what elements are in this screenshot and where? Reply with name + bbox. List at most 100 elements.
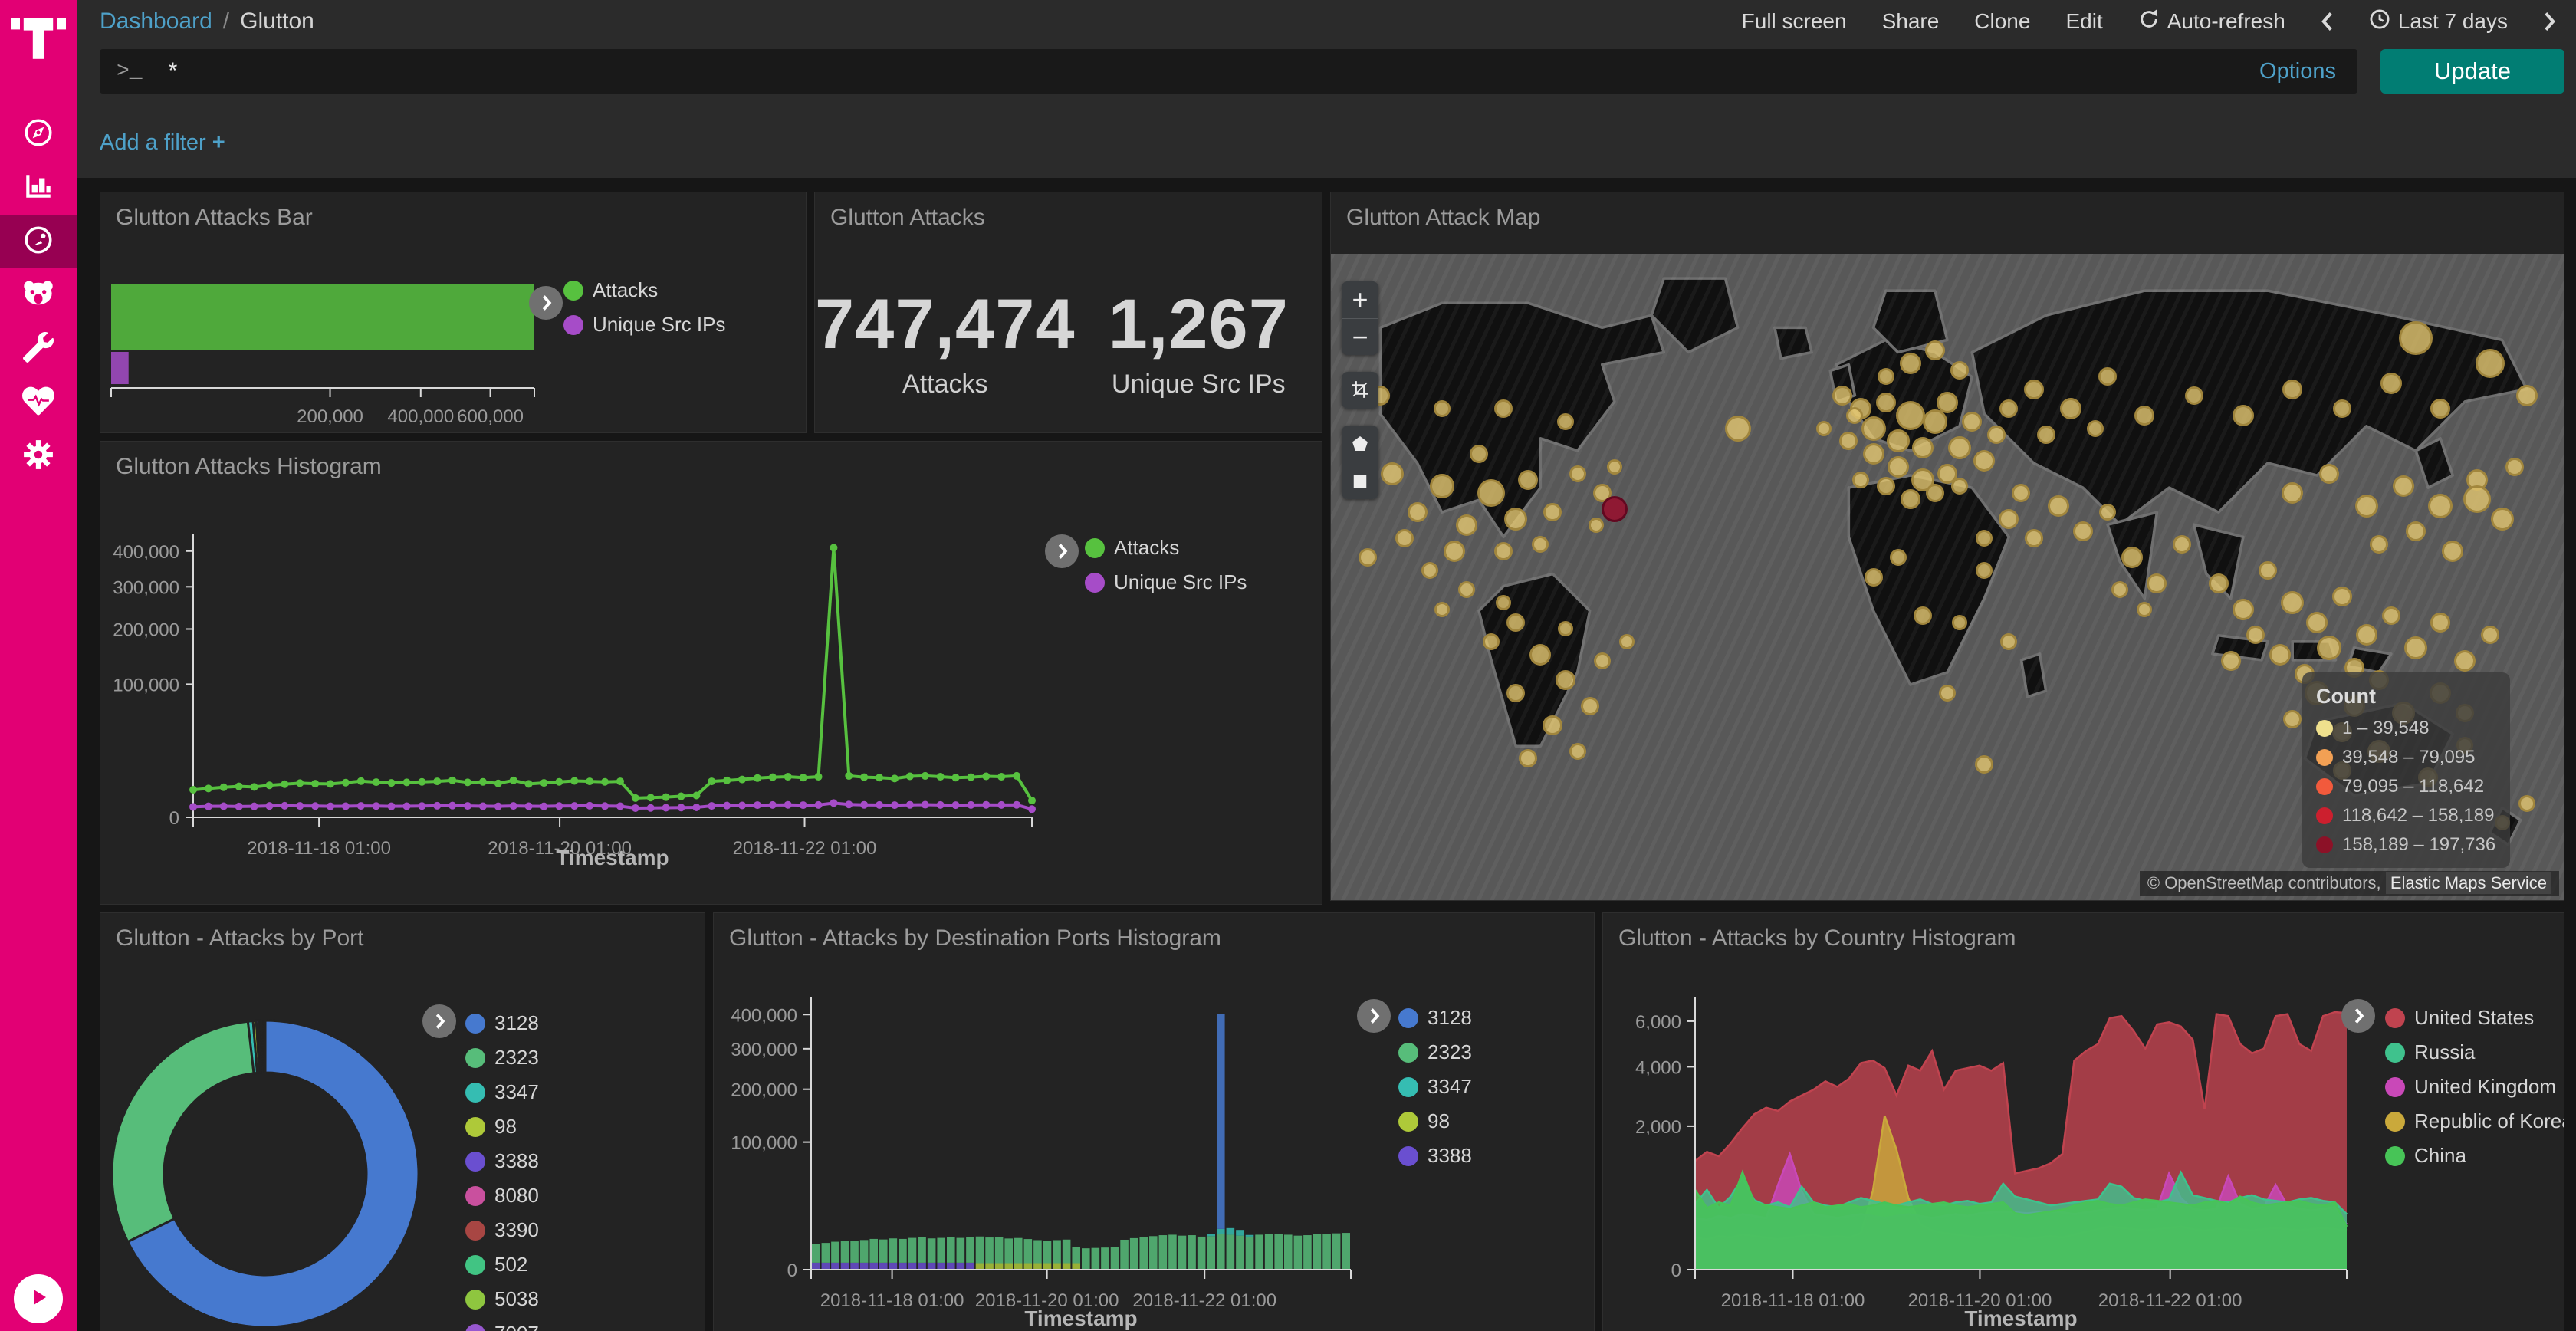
search-query-input[interactable]: >_ * Options — [100, 49, 2358, 94]
legend-item[interactable]: 2323 — [1398, 1040, 1472, 1064]
auto-refresh-button[interactable]: Auto-refresh — [2138, 8, 2285, 35]
time-back-button[interactable] — [2321, 12, 2334, 31]
legend-item[interactable]: United States — [2385, 1006, 2564, 1030]
attack-bubble — [2317, 636, 2341, 660]
legend-item[interactable]: 2323 — [465, 1046, 539, 1070]
sidebar-item-visualize[interactable] — [0, 161, 77, 215]
sidebar-item-discover[interactable] — [0, 107, 77, 161]
legend-item[interactable]: 5038 — [465, 1287, 539, 1311]
svg-text:2018-11-18 01:00: 2018-11-18 01:00 — [247, 838, 391, 859]
fullscreen-button[interactable]: Full screen — [1742, 9, 1847, 34]
legend-item[interactable]: 98 — [465, 1115, 539, 1139]
query-options-link[interactable]: Options — [2259, 59, 2336, 84]
legend-toggle-chevron-icon[interactable] — [529, 286, 563, 320]
share-button[interactable]: Share — [1882, 9, 1940, 34]
sidebar-item-monitoring[interactable] — [0, 376, 77, 429]
legend-item[interactable]: Republic of Korea — [2385, 1109, 2564, 1133]
clone-button[interactable]: Clone — [1974, 9, 2030, 34]
legend-toggle-chevron-icon[interactable] — [2341, 999, 2375, 1033]
wrench-icon — [23, 332, 54, 366]
legend-item[interactable]: 3347 — [465, 1080, 539, 1104]
dashboard-grid: Glutton Attacks Bar 200,000400,000600,00… — [77, 178, 2576, 1331]
legend-item[interactable]: 502 — [465, 1253, 539, 1277]
attack-bubble — [1725, 416, 1751, 442]
attack-bubble — [1619, 634, 1635, 649]
legend-item[interactable]: Attacks — [564, 278, 725, 302]
time-forward-button[interactable] — [2543, 12, 2556, 31]
metric-label: Attacks — [815, 370, 1076, 399]
legend-item[interactable]: 7007 — [465, 1322, 539, 1331]
map-zoom-in-button[interactable]: + — [1342, 281, 1378, 318]
attacks-histogram-chart[interactable]: 0100,000200,000300,000400,0002018-11-18 … — [100, 442, 1322, 905]
sidebar-nav — [0, 107, 77, 483]
world-map[interactable]: + − — [1331, 254, 2564, 900]
attack-bubble — [1887, 429, 1910, 452]
map-zoom-out-button[interactable]: − — [1342, 318, 1378, 355]
add-filter-link[interactable]: Add a filter + — [100, 130, 225, 156]
sidebar-item-devtools[interactable] — [0, 322, 77, 376]
svg-text:2018-11-18 01:00: 2018-11-18 01:00 — [820, 1290, 964, 1311]
panel-title: Glutton - Attacks by Port — [116, 925, 363, 951]
map-legend-item: 158,189 – 197,736 — [2316, 834, 2496, 856]
attack-bubble — [1900, 353, 1921, 374]
legend-toggle-chevron-icon[interactable] — [422, 1004, 456, 1038]
svg-text:2018-11-18 01:00: 2018-11-18 01:00 — [1721, 1290, 1865, 1311]
map-legend-item: 79,095 – 118,642 — [2316, 776, 2496, 797]
attack-bubble — [2370, 535, 2388, 554]
attacks-by-port-donut-chart[interactable] — [100, 913, 705, 1331]
attack-bubble — [1557, 413, 1574, 430]
chart-legend: United States Russia United Kingdom Republi… — [2385, 1006, 2564, 1168]
attack-bubble — [1458, 581, 1475, 598]
chart-legend: 3128 2323 3347 98 3388 8080 3390 502 5038 7007 — [465, 1011, 539, 1331]
legend-label: 3347 — [495, 1080, 539, 1104]
legend-dot — [1398, 1043, 1418, 1063]
svg-text:100,000: 100,000 — [731, 1133, 797, 1154]
attack-bubble — [2332, 587, 2352, 606]
legend-item[interactable]: China — [2385, 1144, 2564, 1168]
sidebar-item-tpot[interactable] — [0, 268, 77, 322]
update-button[interactable]: Update — [2380, 49, 2564, 94]
refresh-icon — [2138, 8, 2160, 35]
legend-item[interactable]: Unique Src IPs — [564, 313, 725, 337]
map-fit-bounds-button[interactable] — [1342, 372, 1378, 409]
legend-item[interactable]: 8080 — [465, 1184, 539, 1208]
legend-toggle-chevron-icon[interactable] — [1357, 999, 1391, 1033]
legend-item[interactable]: Attacks — [1085, 536, 1247, 560]
attack-bubble — [2012, 484, 2030, 502]
legend-title: Count — [2316, 685, 2496, 708]
attack-bubble — [1434, 400, 1451, 417]
legend-item[interactable]: 3388 — [1398, 1144, 1472, 1168]
map-draw-polygon-button[interactable] — [1342, 426, 1378, 462]
breadcrumb-dashboard-link[interactable]: Dashboard — [100, 8, 212, 35]
legend-item[interactable]: Unique Src IPs — [1085, 570, 1247, 594]
attack-bubble — [1888, 456, 1909, 478]
map-legend-label: 1 – 39,548 — [2342, 718, 2429, 739]
legend-item[interactable]: Russia — [2385, 1040, 2564, 1064]
legend-item[interactable]: 3347 — [1398, 1075, 1472, 1099]
attack-bubble — [2173, 535, 2191, 554]
legend-item[interactable]: 3128 — [465, 1011, 539, 1035]
map-draw-rectangle-button[interactable] — [1342, 462, 1378, 499]
attack-bubble — [1948, 436, 1971, 459]
time-range-picker[interactable]: Last 7 days — [2369, 8, 2508, 35]
legend-item[interactable]: 3388 — [465, 1149, 539, 1173]
legend-item[interactable]: 98 — [1398, 1109, 1472, 1133]
legend-label: Republic of Korea — [2414, 1109, 2564, 1133]
map-controls: + − — [1342, 281, 1378, 499]
legend-item[interactable]: 3128 — [1398, 1006, 1472, 1030]
compass-icon — [22, 117, 54, 153]
attack-bubble — [2048, 495, 2069, 517]
query-value: * — [169, 58, 2259, 84]
attack-bubble — [1861, 416, 1886, 441]
sidebar-item-management[interactable] — [0, 429, 77, 483]
elastic-maps-service-link[interactable]: Elastic Maps Service — [2386, 872, 2551, 894]
edit-button[interactable]: Edit — [2065, 9, 2102, 34]
sidebar-item-dashboard[interactable] — [0, 215, 77, 268]
attack-bubble — [2024, 380, 2044, 399]
top-navigation-bar: Dashboard / Glutton Full screen Share Cl… — [77, 0, 2576, 43]
legend-toggle-chevron-icon[interactable] — [1045, 534, 1079, 568]
attack-bubble — [2087, 420, 2104, 437]
sidebar-collapse-button[interactable] — [14, 1274, 63, 1323]
legend-item[interactable]: United Kingdom — [2385, 1075, 2564, 1099]
legend-item[interactable]: 3390 — [465, 1218, 539, 1242]
